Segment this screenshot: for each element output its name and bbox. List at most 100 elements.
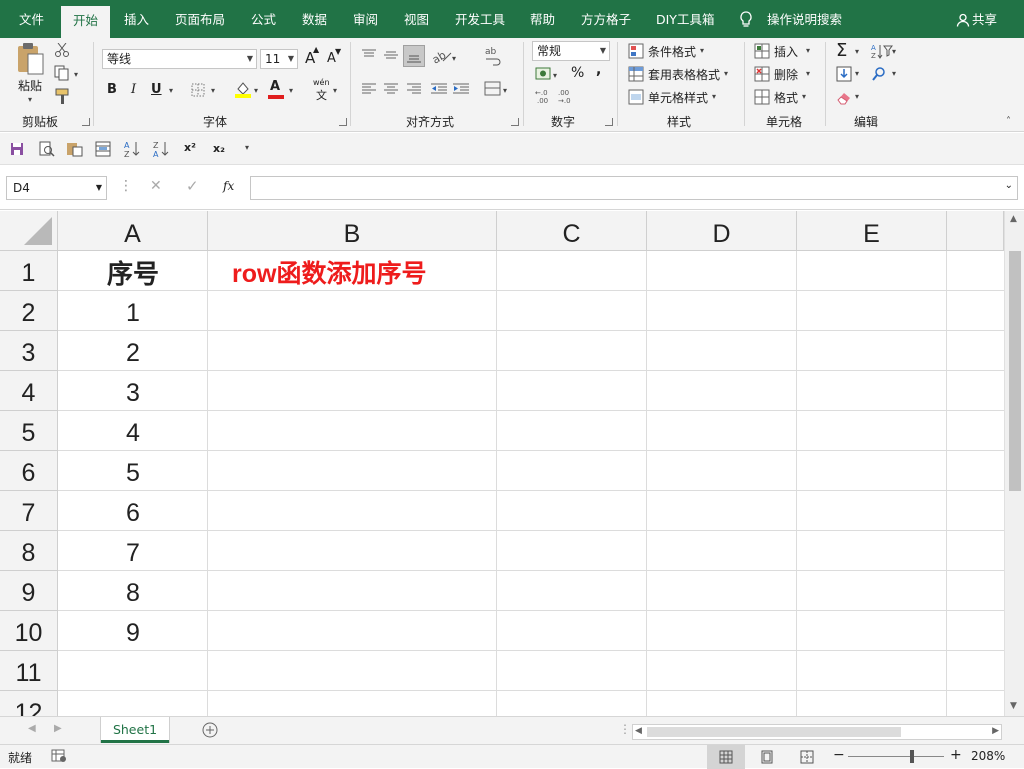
paste-button[interactable]: 粘贴 [18,77,42,94]
chevron-down-icon[interactable]: ▾ [892,47,896,56]
font-color-dropdown-icon[interactable]: ▾ [289,86,293,95]
font-name-combo[interactable]: 等线 ▼ [102,49,257,69]
delete-cells-icon[interactable] [754,66,770,82]
row-header-3[interactable]: 3 [0,331,58,371]
scroll-down-icon[interactable]: ▼ [1010,701,1017,711]
row-header-5[interactable]: 5 [0,411,58,451]
chevron-down-icon[interactable]: ▾ [700,46,704,55]
insert-function-button[interactable]: fx [223,179,234,193]
paste-dropdown-icon[interactable]: ▾ [28,95,32,104]
superscript-button[interactable]: x² [184,141,196,154]
zoom-in-icon[interactable]: + [950,747,962,763]
delete-cells-button[interactable]: 删除 [774,66,798,83]
sheet-tab-sheet1[interactable]: Sheet1 [101,717,169,743]
alignment-launcher-icon[interactable] [511,118,519,126]
row-header-7[interactable]: 7 [0,491,58,531]
font-size-combo[interactable]: 11 ▼ [260,49,298,69]
percent-button[interactable]: % [571,65,584,81]
align-bottom-button[interactable] [403,45,425,67]
phonetic-dropdown-icon[interactable]: ▾ [333,86,337,95]
tab-home[interactable]: 开始 [61,6,111,38]
decrease-indent-icon[interactable] [430,82,448,96]
find-select-icon[interactable] [871,66,887,82]
column-header-e[interactable]: E [797,211,947,251]
worksheet-grid[interactable]: A B C D E 1 2 3 4 5 6 7 8 9 10 11 12 序号 … [0,211,1004,716]
row-header-6[interactable]: 6 [0,451,58,491]
format-painter-icon[interactable] [54,87,72,105]
row-header-2[interactable]: 2 [0,291,58,331]
insert-cells-button[interactable]: 插入 [774,43,798,60]
zoom-level[interactable]: 208% [971,749,1005,763]
print-preview-icon[interactable] [39,141,55,157]
paste-special-icon[interactable] [66,141,84,157]
vertical-scrollbar[interactable]: ▲ ▼ [1004,211,1024,716]
subscript-button[interactable]: x₂ [213,142,225,155]
tab-page-layout[interactable]: 页面布局 [175,0,225,38]
increase-decimal-icon[interactable]: ←.0.00 [535,88,555,104]
merge-center-icon[interactable]: ▾ [484,81,510,97]
scroll-right-icon[interactable]: ▶ [992,726,999,736]
prev-sheet-icon[interactable]: ◀ [28,723,36,734]
increase-indent-icon[interactable] [452,82,470,96]
tab-review[interactable]: 审阅 [353,0,378,38]
chevron-down-icon[interactable]: ▾ [855,92,859,101]
copy-dropdown-icon[interactable]: ▾ [74,70,78,79]
cell-a7[interactable]: 6 [58,493,208,533]
tab-file[interactable]: 文件 [19,0,44,38]
align-center-icon[interactable] [383,82,399,96]
scroll-left-icon[interactable]: ◀ [635,726,642,736]
vertical-scroll-thumb[interactable] [1009,251,1021,491]
chevron-down-icon[interactable]: ▾ [855,69,859,78]
align-left-icon[interactable] [361,82,377,96]
clipboard-launcher-icon[interactable] [82,118,90,126]
borders-dropdown-icon[interactable]: ▾ [211,86,215,95]
tab-data[interactable]: 数据 [302,0,327,38]
cell-a10[interactable]: 9 [58,613,208,653]
cell-b1[interactable]: row函数添加序号 [232,254,632,294]
enter-icon[interactable]: ✓ [186,177,199,195]
row-header-10[interactable]: 10 [0,611,58,651]
tell-me-search[interactable]: 操作说明搜索 [767,0,842,38]
format-as-table-icon[interactable] [628,66,644,82]
cell-a6[interactable]: 5 [58,453,208,493]
number-launcher-icon[interactable] [605,118,613,126]
cell-a3[interactable]: 2 [58,333,208,373]
name-box[interactable]: D4 ▼ [6,176,107,200]
sort-descending-icon[interactable]: ZA [153,140,171,158]
macro-record-icon[interactable] [51,749,67,763]
fill-color-dropdown-icon[interactable]: ▾ [254,86,258,95]
cell-a5[interactable]: 4 [58,413,208,453]
zoom-slider-track[interactable] [848,756,944,757]
orientation-icon[interactable]: ab ▾ [431,47,459,65]
tab-fangfanggezi[interactable]: 方方格子 [581,0,631,38]
chevron-down-icon[interactable]: ▾ [806,46,810,55]
column-header-d[interactable]: D [647,211,797,251]
row-header-8[interactable]: 8 [0,531,58,571]
page-break-view-icon[interactable] [800,750,814,764]
chevron-down-icon[interactable]: ▾ [855,47,859,56]
select-all-button[interactable] [0,211,58,251]
italic-button[interactable]: I [131,82,136,97]
cell-a1[interactable]: 序号 [58,254,208,294]
chevron-down-icon[interactable]: ▾ [802,92,806,101]
horizontal-scrollbar[interactable]: ◀ ▶ [632,724,1002,740]
share-button[interactable]: 共享 [956,0,997,38]
add-sheet-icon[interactable] [202,722,218,738]
tab-insert[interactable]: 插入 [124,0,149,38]
underline-button[interactable]: U [151,82,162,97]
row-header-9[interactable]: 9 [0,571,58,611]
column-header-c[interactable]: C [497,211,647,251]
chevron-down-icon[interactable]: ▾ [892,69,896,78]
chevron-down-icon[interactable]: ▾ [806,69,810,78]
format-cells-icon[interactable] [754,89,770,105]
save-icon[interactable] [10,142,24,156]
insert-cells-icon[interactable] [754,43,770,59]
font-launcher-icon[interactable] [339,118,347,126]
borders-icon[interactable] [191,83,205,97]
tab-diy-toolbox[interactable]: DIY工具箱 [656,0,714,38]
copy-icon[interactable] [54,65,70,81]
zoom-out-icon[interactable]: − [833,747,845,763]
format-cells-button[interactable]: 格式 [774,89,798,106]
fill-color-icon[interactable] [234,80,252,98]
bold-button[interactable]: B [107,82,117,97]
